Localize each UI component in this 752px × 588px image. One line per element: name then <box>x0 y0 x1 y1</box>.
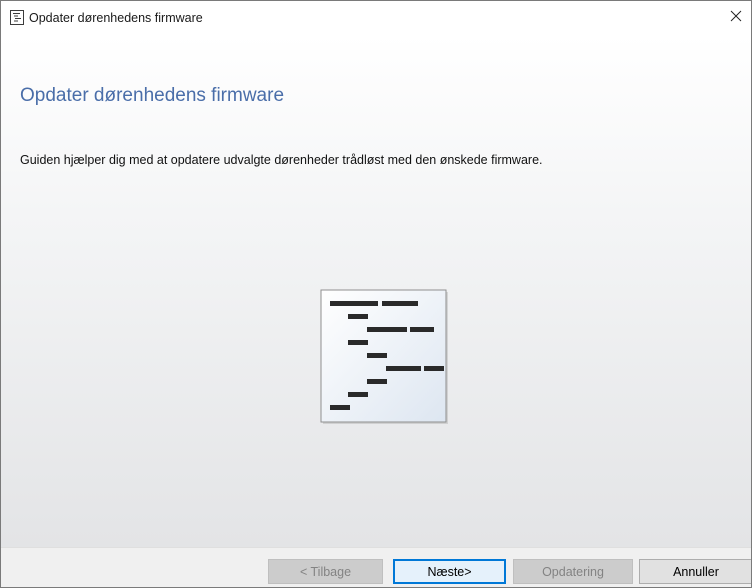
code-document-icon <box>320 289 450 426</box>
button-bar: < Tilbage Næste> Opdatering Annuller <box>1 547 751 587</box>
update-button[interactable]: Opdatering <box>513 559 633 584</box>
wizard-content: Opdater dørenhedens firmware Guiden hjæl… <box>1 35 751 547</box>
window-title: Opdater dørenhedens firmware <box>29 11 203 25</box>
back-button[interactable]: < Tilbage <box>268 559 383 584</box>
next-button[interactable]: Næste> <box>393 559 506 584</box>
title-bar: Opdater dørenhedens firmware <box>1 1 751 35</box>
page-description: Guiden hjælper dig med at opdatere udval… <box>20 153 543 167</box>
close-icon <box>730 9 742 27</box>
wizard-document-icon <box>10 10 24 25</box>
wizard-window: Opdater dørenhedens firmware Opdater dør… <box>0 0 752 588</box>
close-button[interactable] <box>721 1 751 35</box>
cancel-button[interactable]: Annuller <box>639 559 751 584</box>
page-title: Opdater dørenhedens firmware <box>20 85 285 106</box>
